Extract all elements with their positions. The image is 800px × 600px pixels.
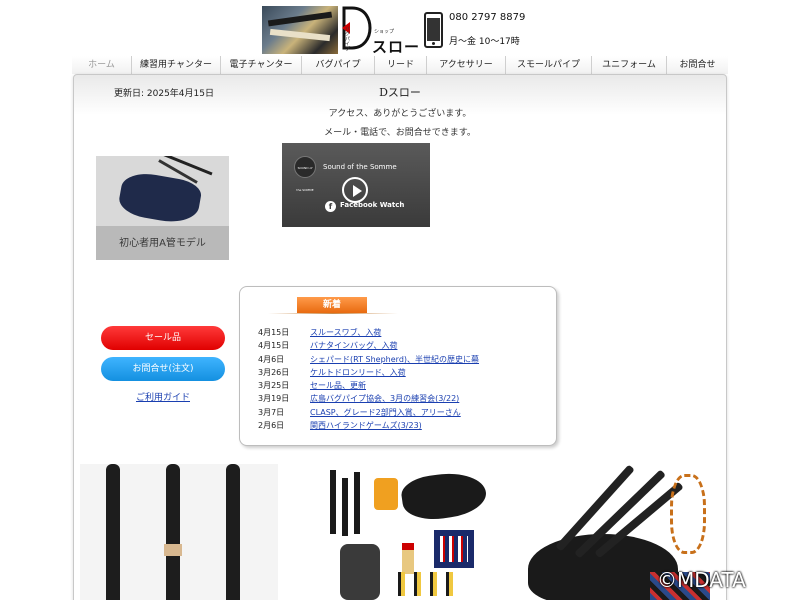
sale-button[interactable]: セール品 — [101, 326, 225, 350]
bagpipe-product-image — [96, 156, 229, 226]
main-nav: ホーム 練習用チャンター 電子チャンター バグパイプ リード アクセサリー スモ… — [72, 56, 728, 74]
facebook-icon: f — [325, 201, 336, 212]
nav-item-accessories[interactable]: アクセサリー — [426, 56, 505, 74]
news-link[interactable]: シェパード(RT Shepherd)、半世紀の歴史に幕 — [310, 353, 479, 366]
business-hours: 月〜金 10〜17時 — [449, 37, 520, 47]
news-link[interactable]: バナタインバッグ、入荷 — [310, 339, 397, 352]
updated-date: 更新日: 2025年4月15日 — [114, 89, 214, 99]
facebook-watch-label: Facebook Watch — [340, 201, 405, 209]
welcome-text-1: アクセス、ありがとうございます。 — [328, 109, 472, 119]
news-link[interactable]: CLASP、グレード2部門入賞、アリーさん — [310, 406, 461, 419]
news-item: 4月6日 シェパード(RT Shepherd)、半世紀の歴史に幕 — [258, 353, 548, 366]
logo-shop-label: ショップ — [374, 29, 395, 35]
nav-item-home[interactable]: ホーム — [72, 56, 131, 74]
nav-item-practice-chanter[interactable]: 練習用チャンター — [131, 56, 220, 74]
nav-item-electronic-chanter[interactable]: 電子チャンター — [220, 56, 301, 74]
news-item: 3月26日 ケルトドロンリード、入荷 — [258, 366, 548, 379]
site-header: バグパイプ ショップ スロー 080 2797 8879 月〜金 10〜17時 — [0, 4, 800, 56]
news-item: 3月19日 広島バグパイプ協会、3月の練習会(3/22) — [258, 392, 548, 405]
nav-item-contact[interactable]: お問合せ — [666, 56, 728, 74]
page-title: Dスロー — [379, 86, 421, 99]
copyright-watermark: ©MDATA — [657, 568, 746, 592]
usage-guide-link[interactable]: ご利用ガイド — [100, 390, 226, 403]
news-link[interactable]: 広島バグパイプ協会、3月の練習会(3/22) — [310, 392, 459, 405]
nav-item-reeds[interactable]: リード — [374, 56, 426, 74]
news-date: 3月26日 — [258, 367, 290, 377]
news-date: 3月19日 — [258, 394, 290, 404]
nav-item-smallpipes[interactable]: スモールパイプ — [505, 56, 591, 74]
logo-bagpipe-image[interactable] — [262, 6, 338, 54]
news-date: 3月7日 — [258, 407, 285, 417]
news-link[interactable]: ケルトドロンリード、入荷 — [310, 366, 406, 379]
play-icon[interactable] — [342, 177, 368, 203]
phone-number: 080 2797 8879 — [449, 12, 526, 23]
news-date: 4月6日 — [258, 354, 285, 364]
logo-title: スロー — [372, 38, 421, 56]
video-title: Sound of the Somme — [323, 163, 397, 171]
news-date: 3月25日 — [258, 381, 290, 391]
news-link[interactable]: 関西ハイランドゲームズ(3/23) — [310, 419, 422, 432]
news-item: 3月7日 CLASP、グレード2部門入賞、アリーさん — [258, 406, 548, 419]
contact-order-button[interactable]: お問合せ(注文) — [101, 357, 225, 381]
news-header: 新着 — [297, 297, 367, 313]
news-divider — [268, 313, 398, 314]
welcome-text-2: メール・電話で、お問合せできます。 — [324, 128, 476, 138]
news-date: 4月15日 — [258, 341, 290, 351]
logo-subtitle: バグパイプ — [344, 26, 350, 51]
smartphone-icon — [424, 12, 443, 48]
news-date: 4月15日 — [258, 328, 290, 337]
news-link[interactable]: セール品、更新 — [310, 379, 366, 392]
news-item: 4月15日 バナタインバッグ、入荷 — [258, 339, 548, 352]
nav-item-bagpipes[interactable]: バグパイプ — [301, 56, 374, 74]
beginner-model-card[interactable]: 初心者用A管モデル — [96, 156, 229, 260]
news-date: 2月6日 — [258, 421, 285, 431]
beginner-model-label: 初心者用A管モデル — [119, 238, 206, 249]
facebook-video-embed[interactable]: SOUND of the SOMME Sound of the Somme f … — [282, 143, 430, 227]
news-list: 4月15日 スルースワブ、入荷 4月15日 バナタインバッグ、入荷 4月6日 シ… — [258, 326, 548, 432]
nav-item-uniform[interactable]: ユニフォーム — [591, 56, 666, 74]
news-item: 2月6日 関西ハイランドゲームズ(3/23) — [258, 419, 548, 432]
news-item: 4月15日 スルースワブ、入荷 — [258, 326, 548, 339]
channel-avatar: SOUND of the SOMME — [294, 156, 316, 192]
accessories-image[interactable] — [298, 464, 502, 600]
news-link[interactable]: スルースワブ、入荷 — [310, 326, 381, 339]
news-item: 3月25日 セール品、更新 — [258, 379, 548, 392]
practice-chanter-image[interactable] — [80, 464, 278, 600]
